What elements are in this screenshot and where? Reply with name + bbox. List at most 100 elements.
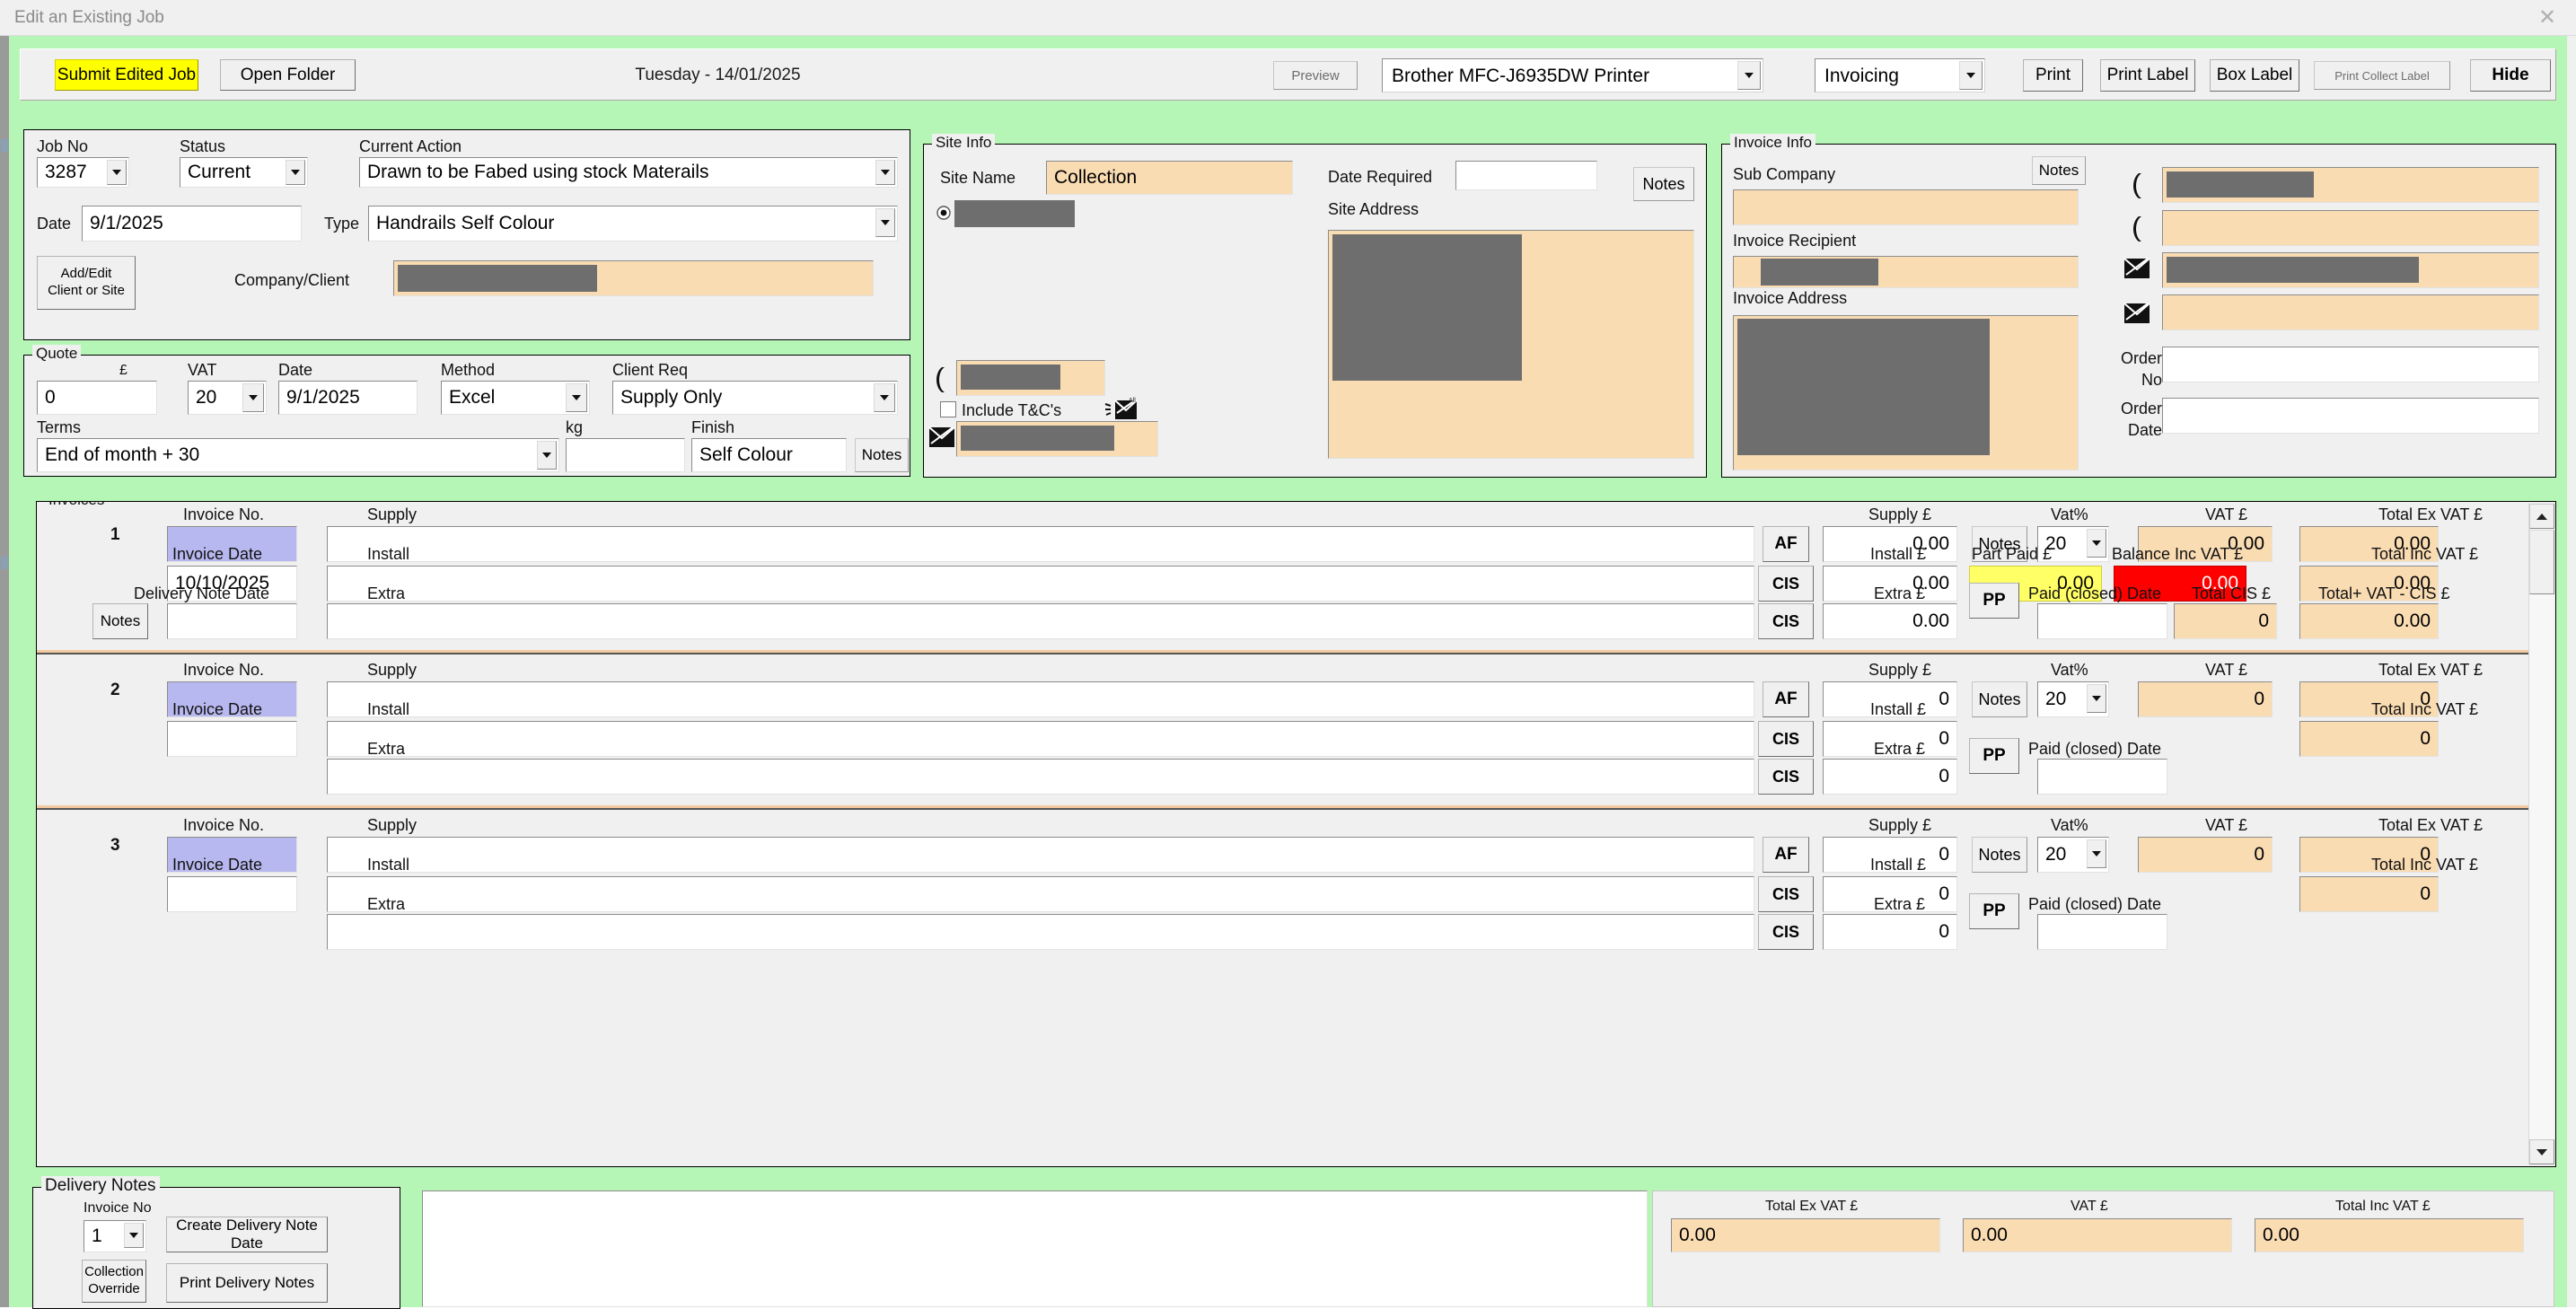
- include-tcs-checkbox[interactable]: [940, 401, 956, 417]
- invoice-phone-2-input[interactable]: [2162, 210, 2539, 246]
- quote-vat-select[interactable]: 20: [188, 381, 267, 415]
- delivery-note-date-input[interactable]: [167, 603, 297, 639]
- create-delivery-note-date-button[interactable]: Create Delivery Note Date: [166, 1217, 328, 1252]
- chevron-down-icon[interactable]: [124, 1223, 144, 1248]
- invoice-address-input[interactable]: [1733, 315, 2079, 470]
- pp-button[interactable]: PP: [1969, 738, 2019, 774]
- date-required-input[interactable]: [1455, 161, 1597, 190]
- total-inc-vat-input[interactable]: 0: [2299, 876, 2439, 912]
- paid-closed-date-input[interactable]: [2037, 914, 2167, 950]
- supply-text-input[interactable]: [327, 681, 1754, 717]
- extra-amount-input[interactable]: 0.00: [1823, 603, 1957, 639]
- cis-button[interactable]: CIS: [1758, 566, 1814, 602]
- email-all-icon[interactable]: All: [1103, 394, 1139, 423]
- open-folder-button[interactable]: Open Folder: [220, 59, 356, 91]
- paid-closed-date-input[interactable]: [2037, 603, 2167, 639]
- quote-method-select[interactable]: Excel: [441, 381, 590, 415]
- invoices-scrollbar[interactable]: [2528, 504, 2554, 1164]
- order-no-input[interactable]: [2162, 347, 2539, 382]
- chevron-down-icon[interactable]: [1737, 61, 1761, 90]
- notes-textarea[interactable]: [422, 1190, 1648, 1307]
- job-date-input[interactable]: 9/1/2025: [82, 206, 302, 242]
- invoice-recipient-input[interactable]: [1733, 256, 2079, 288]
- company-client-input[interactable]: [393, 260, 874, 296]
- vat-pct-select[interactable]: 20: [2037, 837, 2109, 873]
- print-button[interactable]: Print: [2023, 59, 2083, 92]
- chevron-down-icon[interactable]: [875, 160, 895, 185]
- order-date-input[interactable]: [2162, 398, 2539, 434]
- invoice-phone-1-input[interactable]: [2162, 167, 2539, 203]
- client-req-select[interactable]: Supply Only: [612, 381, 898, 415]
- chevron-down-icon[interactable]: [2087, 684, 2106, 713]
- extra-text-input[interactable]: [327, 914, 1754, 950]
- site-name-input[interactable]: Collection: [1046, 161, 1293, 195]
- chevron-down-icon[interactable]: [875, 208, 895, 237]
- quote-notes-button[interactable]: Notes: [855, 438, 909, 472]
- pp-button[interactable]: PP: [1969, 893, 2019, 929]
- vat-amount-input[interactable]: 0: [2138, 681, 2273, 717]
- delivery-invoice-no-select[interactable]: 1: [84, 1220, 146, 1252]
- close-icon[interactable]: ✕: [2528, 5, 2567, 31]
- job-type-select[interactable]: Handrails Self Colour: [368, 206, 898, 242]
- chevron-down-icon[interactable]: [1959, 61, 1983, 90]
- install-text-input[interactable]: [327, 566, 1754, 602]
- cis-button[interactable]: CIS: [1758, 759, 1814, 795]
- total-cis-input[interactable]: 0: [2174, 603, 2277, 639]
- paid-closed-date-input[interactable]: [2037, 759, 2167, 795]
- scroll-down-button[interactable]: [2529, 1139, 2554, 1164]
- site-email-input[interactable]: [956, 421, 1158, 457]
- invoice-notes-button[interactable]: Notes: [2032, 156, 2086, 185]
- chevron-down-icon[interactable]: [286, 160, 305, 185]
- extra-amount-input[interactable]: 0: [1823, 914, 1957, 950]
- chevron-down-icon[interactable]: [537, 441, 557, 470]
- invoice-email-1-input[interactable]: [2162, 252, 2539, 288]
- print-collect-label-button[interactable]: Print Collect Label: [2314, 61, 2450, 90]
- total-vat-minus-cis-input[interactable]: 0.00: [2299, 603, 2439, 639]
- hide-button[interactable]: Hide: [2470, 59, 2551, 92]
- site-address-input[interactable]: [1328, 230, 1694, 459]
- af-button[interactable]: AF: [1763, 837, 1809, 873]
- quote-amount-input[interactable]: 0: [37, 381, 157, 415]
- delivery-note-notes-button[interactable]: Notes: [92, 603, 148, 639]
- status-select[interactable]: Current: [180, 157, 308, 188]
- vat-pct-select[interactable]: 20: [2037, 681, 2109, 717]
- chevron-down-icon[interactable]: [242, 383, 264, 412]
- site-notes-button[interactable]: Notes: [1633, 167, 1694, 201]
- site-phone-input[interactable]: [956, 360, 1105, 396]
- vat-amount-input[interactable]: 0: [2138, 837, 2273, 873]
- notes-button[interactable]: Notes: [1972, 837, 2027, 873]
- extra-amount-input[interactable]: 0: [1823, 759, 1957, 795]
- quote-date-input[interactable]: 9/1/2025: [278, 381, 418, 415]
- scroll-up-button[interactable]: [2529, 504, 2554, 529]
- extra-text-input[interactable]: [327, 603, 1754, 639]
- chevron-down-icon[interactable]: [2087, 529, 2106, 558]
- mode-select[interactable]: Invoicing: [1815, 58, 1985, 92]
- kg-input[interactable]: [566, 438, 685, 472]
- scrollbar-thumb[interactable]: [2529, 530, 2554, 594]
- notes-button[interactable]: Notes: [1972, 681, 2027, 717]
- install-text-input[interactable]: [327, 721, 1754, 757]
- print-delivery-notes-button[interactable]: Print Delivery Notes: [166, 1263, 328, 1303]
- total-inc-vat-input[interactable]: 0: [2299, 721, 2439, 757]
- site-radio-button[interactable]: [935, 204, 953, 222]
- finish-input[interactable]: Self Colour: [691, 438, 847, 472]
- terms-select[interactable]: End of month + 30: [37, 438, 559, 472]
- add-edit-client-or-site-button[interactable]: Add/Edit Client or Site: [37, 256, 136, 310]
- cis-button[interactable]: CIS: [1758, 914, 1814, 950]
- print-label-button[interactable]: Print Label: [2100, 59, 2195, 92]
- chevron-down-icon[interactable]: [874, 383, 895, 412]
- invoice-email-2-input[interactable]: [2162, 294, 2539, 330]
- current-action-select[interactable]: Drawn to be Fabed using stock Materails: [359, 157, 898, 188]
- sub-company-input[interactable]: [1733, 189, 2079, 225]
- af-button[interactable]: AF: [1763, 526, 1809, 562]
- chevron-down-icon[interactable]: [566, 383, 587, 412]
- printer-select[interactable]: Brother MFC-J6935DW Printer: [1382, 58, 1763, 92]
- extra-text-input[interactable]: [327, 759, 1754, 795]
- cis-button[interactable]: CIS: [1758, 603, 1814, 639]
- supply-text-input[interactable]: [327, 837, 1754, 873]
- supply-text-input[interactable]: [327, 526, 1754, 562]
- af-button[interactable]: AF: [1763, 681, 1809, 717]
- cis-button[interactable]: CIS: [1758, 721, 1814, 757]
- box-label-button[interactable]: Box Label: [2210, 59, 2299, 92]
- collection-override-button[interactable]: Collection Override: [82, 1260, 146, 1303]
